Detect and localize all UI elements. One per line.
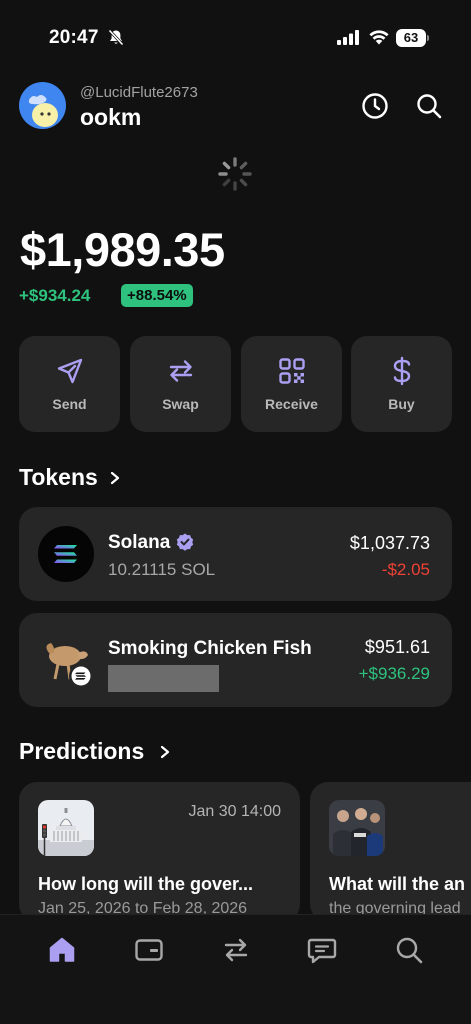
send-button[interactable]: Send <box>19 336 120 432</box>
people-photo-image <box>329 800 385 856</box>
balance-change-percent-badge: +88.54% <box>121 284 193 307</box>
account-name[interactable]: ookm <box>80 104 141 131</box>
cellular-signal-icon <box>337 30 359 45</box>
bottom-tab-bar <box>0 914 471 1024</box>
chevron-right-icon[interactable] <box>108 471 122 485</box>
token-value: $951.61 <box>364 637 430 657</box>
token-change: +$936.29 <box>358 664 430 683</box>
token-name: Solana <box>108 532 171 553</box>
token-change: -$2.05 <box>381 560 430 579</box>
dollar-icon <box>393 356 411 386</box>
qr-code-icon <box>279 358 305 384</box>
prediction-card[interactable]: What will the an the governing lead <box>310 782 471 922</box>
token-row-smoking-chicken-fish[interactable]: Smoking Chicken Fish $951.61 +$936.29 <box>19 613 452 707</box>
capitol-building-image <box>38 800 94 856</box>
chicken-fish-token-icon <box>46 643 93 688</box>
swap-icon <box>169 360 193 382</box>
wallet-icon[interactable] <box>134 935 164 965</box>
silent-bell-icon <box>108 29 124 46</box>
balance-change: +$934.24 <box>19 286 91 305</box>
send-label: Send <box>52 396 87 412</box>
battery-level: 63 <box>396 29 426 47</box>
chat-icon[interactable] <box>307 935 337 965</box>
verified-badge-icon <box>176 533 194 551</box>
home-icon[interactable] <box>47 935 77 965</box>
status-time: 20:47 <box>49 27 99 48</box>
chevron-right-icon[interactable] <box>158 745 172 759</box>
tokens-section-title[interactable]: Tokens <box>19 464 98 491</box>
avatar-ghost-icon <box>28 95 58 127</box>
prediction-title: What will the an <box>329 874 466 894</box>
buy-label: Buy <box>388 396 415 412</box>
prediction-date: Jan 30 14:00 <box>188 803 281 820</box>
user-handle: @LucidFlute2673 <box>80 84 198 101</box>
total-balance: $1,989.35 <box>20 223 225 276</box>
prediction-card[interactable]: Jan 30 14:00 How long will the gover... … <box>19 782 300 922</box>
solana-logo-icon <box>38 526 94 582</box>
swap-tab-icon[interactable] <box>221 935 251 965</box>
loading-spinner-icon <box>218 157 252 191</box>
swap-button[interactable]: Swap <box>130 336 231 432</box>
receive-label: Receive <box>265 396 318 412</box>
token-name: Smoking Chicken Fish <box>108 638 312 659</box>
avatar[interactable] <box>19 82 66 129</box>
send-icon <box>57 358 83 384</box>
swap-label: Swap <box>162 396 199 412</box>
predictions-section-title[interactable]: Predictions <box>19 738 144 765</box>
battery-icon: 63 <box>396 29 429 47</box>
prediction-title: How long will the gover... <box>38 874 254 894</box>
token-row-solana[interactable]: Solana 10.21115 SOL $1,037.73 -$2.05 <box>19 507 452 601</box>
history-icon[interactable] <box>361 92 389 120</box>
search-tab-icon[interactable] <box>394 935 424 965</box>
token-value: $1,037.73 <box>349 533 430 553</box>
receive-button[interactable]: Receive <box>241 336 342 432</box>
wifi-icon <box>369 30 389 45</box>
buy-button[interactable]: Buy <box>351 336 452 432</box>
token-amount: 10.21115 SOL <box>108 560 216 579</box>
search-icon[interactable] <box>415 92 443 120</box>
redacted-amount <box>108 665 219 692</box>
status-bar: 20:47 63 <box>0 0 471 72</box>
